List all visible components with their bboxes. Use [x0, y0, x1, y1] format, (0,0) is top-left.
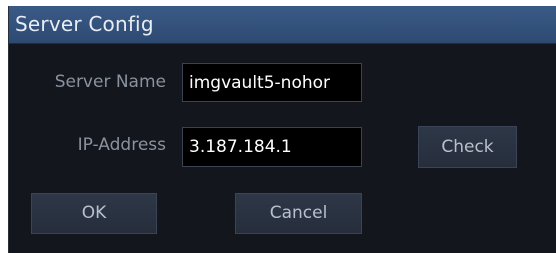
- ip-address-field[interactable]: 3.187.184.1: [182, 127, 362, 167]
- ip-address-label: IP-Address: [77, 135, 166, 155]
- server-name-field[interactable]: imgvault5-nohor: [182, 63, 362, 102]
- check-button[interactable]: Check: [418, 126, 517, 168]
- cancel-button[interactable]: Cancel: [235, 193, 362, 234]
- dialog-title: Server Config: [15, 12, 154, 36]
- dialog-titlebar[interactable]: Server Config: [9, 6, 556, 44]
- server-config-dialog: Server Config Server Name imgvault5-noho…: [8, 6, 556, 253]
- server-name-label: Server Name: [54, 72, 166, 92]
- ok-button[interactable]: OK: [31, 193, 157, 234]
